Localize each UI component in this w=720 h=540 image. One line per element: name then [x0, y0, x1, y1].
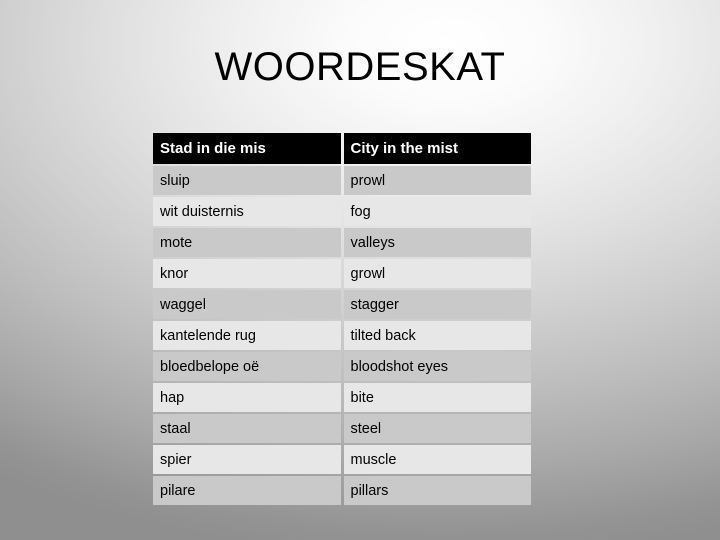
table-row: hap bite [153, 383, 531, 412]
cell-target: bite [343, 383, 531, 412]
cell-target: valleys [343, 228, 531, 257]
table-row: pilare pillars [153, 476, 531, 505]
table-row: bloedbelope oë bloodshot eyes [153, 352, 531, 381]
cell-source: bloedbelope oë [153, 352, 341, 381]
cell-target: pillars [343, 476, 531, 505]
cell-target: tilted back [343, 321, 531, 350]
table-header: Stad in die mis City in the mist [153, 133, 531, 164]
table-row: staal steel [153, 414, 531, 443]
column-header-afrikaans: Stad in die mis [153, 133, 341, 164]
cell-source: waggel [153, 290, 341, 319]
cell-source: spier [153, 445, 341, 474]
cell-target: fog [343, 197, 531, 226]
table-header-row: Stad in die mis City in the mist [153, 133, 531, 164]
table-row: wit duisternis fog [153, 197, 531, 226]
table-row: kantelende rug tilted back [153, 321, 531, 350]
cell-target: bloodshot eyes [343, 352, 531, 381]
vocabulary-table: Stad in die mis City in the mist sluip p… [150, 131, 534, 507]
cell-target: stagger [343, 290, 531, 319]
table-row: waggel stagger [153, 290, 531, 319]
cell-source: mote [153, 228, 341, 257]
cell-source: pilare [153, 476, 341, 505]
cell-source: knor [153, 259, 341, 288]
table-row: sluip prowl [153, 166, 531, 195]
cell-source: wit duisternis [153, 197, 341, 226]
cell-source: sluip [153, 166, 341, 195]
cell-source: kantelende rug [153, 321, 341, 350]
cell-target: muscle [343, 445, 531, 474]
cell-target: growl [343, 259, 531, 288]
page-title: WOORDESKAT [214, 45, 506, 89]
cell-source: staal [153, 414, 341, 443]
cell-target: steel [343, 414, 531, 443]
column-header-english: City in the mist [343, 133, 531, 164]
table-body: sluip prowl wit duisternis fog mote vall… [153, 166, 531, 505]
table-row: knor growl [153, 259, 531, 288]
cell-source: hap [153, 383, 341, 412]
table-row: spier muscle [153, 445, 531, 474]
slide-canvas: WOORDESKAT Stad in die mis City in the m… [0, 0, 720, 540]
table-row: mote valleys [153, 228, 531, 257]
cell-target: prowl [343, 166, 531, 195]
